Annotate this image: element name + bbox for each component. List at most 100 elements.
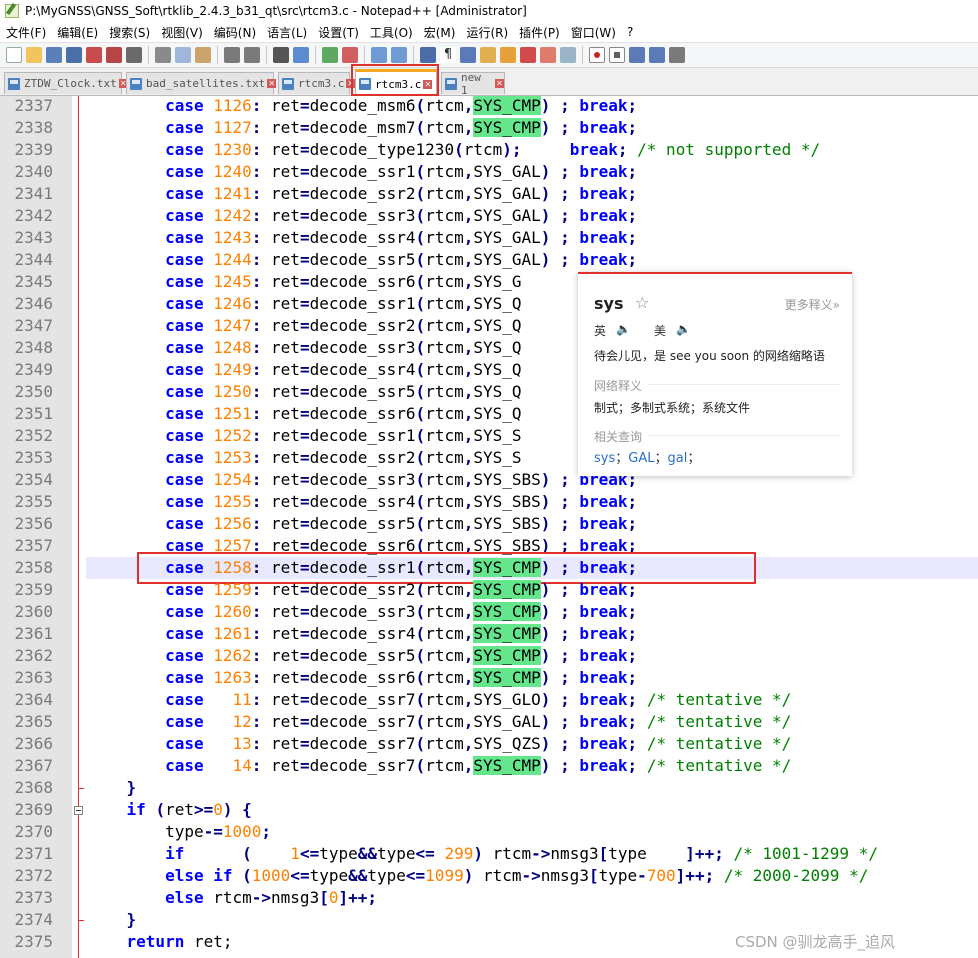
close-tab-icon[interactable]: ✕ (267, 79, 277, 88)
tab-bad-satellites[interactable]: bad_satellites.txt ✕ (126, 72, 277, 94)
menu-help[interactable]: ? (621, 25, 638, 39)
close-all-icon[interactable] (106, 47, 122, 63)
code-line[interactable]: 2340 case 1240: ret=decode_ssr1(rtcm,SYS… (0, 161, 978, 183)
monitoring-icon[interactable] (560, 47, 576, 63)
cut-icon[interactable] (155, 47, 171, 63)
new-file-icon[interactable] (6, 47, 22, 63)
redo-icon[interactable] (244, 47, 260, 63)
related-link-sys[interactable]: sys (594, 451, 615, 466)
udl-icon[interactable] (480, 47, 496, 63)
more-definitions-link[interactable]: 更多释义» (785, 296, 840, 313)
menu-window[interactable]: 窗口(W) (565, 24, 621, 41)
close-tab-icon[interactable]: ✕ (495, 79, 504, 88)
tab-new-1[interactable]: new 1 ✕ (441, 71, 505, 97)
play-macro-icon[interactable] (629, 47, 645, 63)
favorite-star-icon[interactable]: ☆ (635, 293, 649, 312)
code-line[interactable]: 2343 case 1243: ret=decode_ssr4(rtcm,SYS… (0, 227, 978, 249)
menu-edit[interactable]: 编辑(E) (51, 24, 103, 41)
menu-run[interactable]: 运行(R) (460, 24, 513, 41)
menu-tools[interactable]: 工具(O) (364, 24, 418, 41)
code-line[interactable]: 2341 case 1241: ret=decode_ssr2(rtcm,SYS… (0, 183, 978, 205)
code-line[interactable]: 2359 case 1259: ret=decode_ssr2(rtcm,SYS… (0, 579, 978, 601)
code-line[interactable]: 2337 case 1126: ret=decode_msm6(rtcm,SYS… (0, 96, 978, 117)
menu-file[interactable]: 文件(F) (0, 24, 51, 41)
save-macro-icon[interactable] (669, 47, 685, 63)
indent-guide-icon[interactable] (460, 47, 476, 63)
code-line[interactable]: 2344 case 1244: ret=decode_ssr5(rtcm,SYS… (0, 249, 978, 271)
code-line[interactable]: 2360 case 1260: ret=decode_ssr3(rtcm,SYS… (0, 601, 978, 623)
function-list-icon[interactable] (520, 47, 536, 63)
code-token: ; (560, 646, 570, 665)
code-line[interactable]: 2367 case 14: ret=decode_ssr7(rtcm,SYS_C… (0, 755, 978, 777)
related-link-gal[interactable]: gal (668, 451, 688, 466)
zoom-in-icon[interactable] (322, 47, 338, 63)
code-line[interactable]: 2372 else if (1000<=type&&type<=1099) rt… (0, 865, 978, 887)
code-token: ) (540, 162, 551, 181)
code-line[interactable]: 2365 case 12: ret=decode_ssr7(rtcm,SYS_G… (0, 711, 978, 733)
open-folder-icon[interactable] (26, 47, 42, 63)
code-line[interactable]: 2361 case 1261: ret=decode_ssr4(rtcm,SYS… (0, 623, 978, 645)
code-line[interactable]: 2366 case 13: ret=decode_ssr7(rtcm,SYS_Q… (0, 733, 978, 755)
sync-vertical-icon[interactable] (371, 47, 387, 63)
code-line[interactable]: 2370 type-=1000; (0, 821, 978, 843)
find-icon[interactable] (273, 47, 289, 63)
code-token: : (251, 294, 262, 313)
us-speaker-icon[interactable]: 🔈 (676, 322, 691, 336)
line-number: 2342 (14, 206, 53, 225)
window-title: P:\MyGNSS\GNSS_Soft\rtklib_2.4.3_b31_qt\… (25, 4, 527, 18)
menu-search[interactable]: 搜索(S) (103, 24, 155, 41)
fold-collapse-icon[interactable] (74, 806, 83, 815)
menu-settings[interactable]: 设置(T) (312, 24, 364, 41)
menu-macro[interactable]: 宏(M) (418, 24, 461, 41)
play-macro-multiple-icon[interactable] (649, 47, 665, 63)
file-icon (445, 77, 457, 90)
code-line[interactable]: 2339 case 1230: ret=decode_type1230(rtcm… (0, 139, 978, 161)
code-line[interactable]: 2355 case 1255: ret=decode_ssr4(rtcm,SYS… (0, 491, 978, 513)
code-token: : (251, 426, 262, 445)
zoom-out-icon[interactable] (342, 47, 358, 63)
tab-ztdw-clock[interactable]: ZTDW_Clock.txt ✕ (4, 72, 128, 94)
code-line[interactable]: 2374 } (0, 909, 978, 931)
code-line[interactable]: 2364 case 11: ret=decode_ssr7(rtcm,SYS_G… (0, 689, 978, 711)
code-token: SYS_Q (473, 338, 522, 357)
save-icon[interactable] (46, 47, 62, 63)
menu-language[interactable]: 语言(L) (261, 24, 312, 41)
code-line[interactable]: 2368 } (0, 777, 978, 799)
undo-icon[interactable] (224, 47, 240, 63)
save-all-icon[interactable] (66, 47, 82, 63)
word-wrap-icon[interactable] (420, 47, 436, 63)
sync-horizontal-icon[interactable] (391, 47, 407, 63)
menu-view[interactable]: 视图(V) (155, 24, 208, 41)
show-all-chars-icon[interactable]: ¶ (440, 47, 456, 63)
code-line[interactable]: 2356 case 1256: ret=decode_ssr5(rtcm,SYS… (0, 513, 978, 535)
code-line[interactable]: 2363 case 1263: ret=decode_ssr6(rtcm,SYS… (0, 667, 978, 689)
editor[interactable]: 2337 case 1126: ret=decode_msm6(rtcm,SYS… (0, 96, 978, 958)
tab-rtcm3-other[interactable]: rtcm3.c ✕ (278, 72, 356, 94)
copy-icon[interactable] (175, 47, 191, 63)
code-line[interactable]: 2358 case 1258: ret=decode_ssr1(rtcm,SYS… (0, 557, 978, 579)
menu-encoding[interactable]: 编码(N) (208, 24, 261, 41)
line-number: 2373 (14, 888, 53, 907)
print-icon[interactable] (126, 47, 142, 63)
code-line[interactable]: 2342 case 1242: ret=decode_ssr3(rtcm,SYS… (0, 205, 978, 227)
folder-workspace-icon[interactable] (540, 47, 556, 63)
doc-map-icon[interactable] (500, 47, 516, 63)
record-macro-icon[interactable] (589, 47, 605, 63)
replace-icon[interactable] (293, 47, 309, 63)
related-link-GAL[interactable]: GAL (628, 451, 654, 466)
code-line[interactable]: 2362 case 1262: ret=decode_ssr5(rtcm,SYS… (0, 645, 978, 667)
stop-macro-icon[interactable] (609, 47, 625, 63)
code-line[interactable]: 2369 if (ret>=0) { (0, 799, 978, 821)
code-line[interactable]: 2373 else rtcm->nmsg3[0]++; (0, 887, 978, 909)
paste-icon[interactable] (195, 47, 211, 63)
uk-speaker-icon[interactable]: 🔈 (616, 322, 631, 336)
menu-plugins[interactable]: 插件(P) (513, 24, 565, 41)
code-token: rtcm (425, 338, 464, 357)
code-line[interactable]: 2338 case 1127: ret=decode_msm7(rtcm,SYS… (0, 117, 978, 139)
close-file-icon[interactable] (86, 47, 102, 63)
code-line[interactable]: 2371 if ( 1<=type&&type<= 299) rtcm->nms… (0, 843, 978, 865)
